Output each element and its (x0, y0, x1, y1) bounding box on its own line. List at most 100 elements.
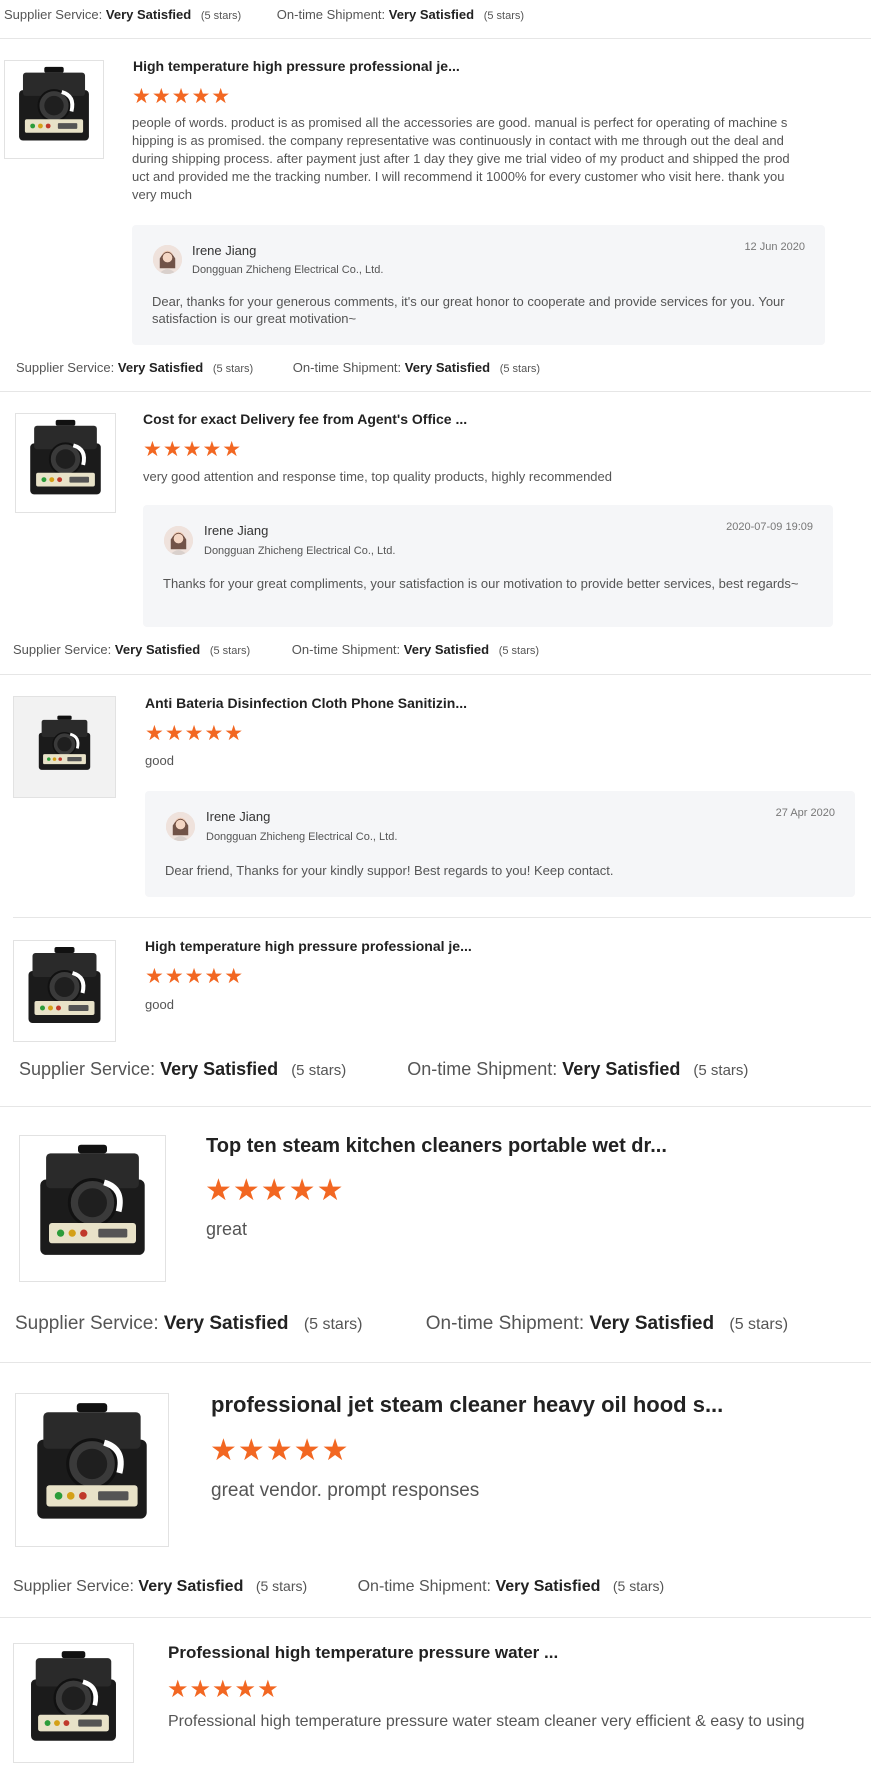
steam-cleaner-icon (40, 1144, 145, 1255)
satisfaction-row: Supplier Service: Very Satisfied (5 star… (13, 1578, 664, 1596)
reply-date: 12 Jun 2020 (744, 241, 805, 253)
review-comment: Professional high temperature pressure w… (168, 1713, 805, 1730)
rating-stars: ★★★★★ (132, 85, 232, 108)
product-title-link[interactable]: High temperature high pressure professio… (133, 58, 460, 74)
rating-stars: ★★★★★ (210, 1434, 350, 1467)
rating-stars: ★★★★★ (205, 1174, 345, 1207)
divider (0, 1362, 871, 1363)
review-comment: people of words. product is as promised … (132, 115, 790, 202)
ontime-shipment-stars: (5 stars) (729, 1316, 789, 1333)
ontime-shipment-value: Very Satisfied (562, 1059, 681, 1079)
ontime-shipment-stars: (5 stars) (498, 645, 540, 657)
satisfaction-row: Supplier Service: Very Satisfied (5 star… (15, 1313, 788, 1335)
product-title-link[interactable]: High temperature high pressure professio… (145, 938, 472, 954)
divider (0, 1106, 871, 1107)
reply-date: 2020-07-09 19:09 (726, 521, 813, 533)
reply-message: Thanks for your great compliments, your … (163, 576, 799, 591)
ontime-shipment-label: On-time Shipment: (291, 642, 401, 657)
steam-cleaner-icon (31, 1651, 116, 1741)
product-title-link[interactable]: Anti Bateria Disinfection Cloth Phone Sa… (145, 695, 467, 711)
reply-company-name: Dongguan Zhicheng Electrical Co., Ltd. (192, 264, 384, 276)
supplier-service-label: Supplier Service: (13, 1578, 134, 1595)
supplier-service-label: Supplier Service: (13, 642, 112, 657)
avatar (153, 245, 182, 274)
rating-stars: ★★★★★ (145, 722, 245, 745)
ontime-shipment-value: Very Satisfied (495, 1578, 601, 1595)
product-thumbnail[interactable] (15, 1393, 169, 1547)
product-title-link[interactable]: Cost for exact Delivery fee from Agent's… (143, 411, 467, 427)
ontime-shipment-stars: (5 stars) (499, 363, 541, 375)
ontime-shipment-label: On-time Shipment: (357, 1578, 491, 1595)
reply-author-name: Irene Jiang (192, 243, 257, 258)
reply-message: Dear friend, Thanks for your kindly supp… (165, 863, 614, 878)
supplier-service-value: Very Satisfied (117, 360, 204, 375)
supplier-service-value: Very Satisfied (105, 7, 192, 22)
review-comment: very good attention and response time, t… (143, 469, 612, 484)
supplier-service-stars: (5 stars) (212, 363, 254, 375)
satisfaction-row: Supplier Service: Very Satisfied (5 star… (4, 7, 524, 22)
divider (0, 38, 871, 39)
avatar (164, 526, 193, 555)
product-thumbnail[interactable] (13, 940, 116, 1042)
divider (13, 917, 871, 918)
product-thumbnail[interactable] (4, 60, 104, 159)
supplier-service-stars: (5 stars) (200, 10, 242, 22)
product-thumbnail[interactable] (13, 1643, 134, 1763)
product-thumbnail[interactable] (13, 696, 116, 798)
supplier-service-stars: (5 stars) (291, 1062, 347, 1079)
supplier-service-label: Supplier Service: (15, 1313, 159, 1334)
steam-cleaner-icon (38, 715, 91, 770)
supplier-service-value: Very Satisfied (138, 1578, 244, 1595)
reply-author-name: Irene Jiang (204, 523, 269, 538)
rating-stars: ★★★★★ (145, 965, 245, 988)
supplier-service-label: Supplier Service: (19, 1059, 156, 1079)
ontime-shipment-label: On-time Shipment: (407, 1059, 558, 1079)
supplier-service-label: Supplier Service: (16, 360, 115, 375)
ontime-shipment-value: Very Satisfied (403, 642, 490, 657)
supplier-reply: Irene Jiang Dongguan Zhicheng Electrical… (145, 791, 855, 897)
product-title-link[interactable]: professional jet steam cleaner heavy oil… (211, 1392, 723, 1418)
rating-stars: ★★★★★ (167, 1676, 280, 1703)
satisfaction-row: Supplier Service: Very Satisfied (5 star… (13, 642, 539, 657)
steam-cleaner-icon (30, 419, 101, 495)
steam-cleaner-icon (37, 1403, 147, 1519)
steam-cleaner-icon (28, 947, 101, 1023)
ontime-shipment-value: Very Satisfied (388, 7, 475, 22)
divider (0, 674, 871, 675)
product-title-link[interactable]: Top ten steam kitchen cleaners portable … (206, 1135, 667, 1158)
supplier-service-stars: (5 stars) (209, 645, 251, 657)
avatar (166, 812, 195, 841)
supplier-service-value: Very Satisfied (160, 1059, 279, 1079)
supplier-service-value: Very Satisfied (114, 642, 201, 657)
ontime-shipment-value: Very Satisfied (404, 360, 491, 375)
review-comment: great (206, 1219, 248, 1239)
ontime-shipment-stars: (5 stars) (612, 1578, 665, 1594)
supplier-service-stars: (5 stars) (303, 1316, 363, 1333)
reply-company-name: Dongguan Zhicheng Electrical Co., Ltd. (206, 831, 398, 843)
supplier-service-label: Supplier Service: (4, 7, 103, 22)
supplier-service-value: Very Satisfied (163, 1313, 289, 1334)
supplier-reply: Irene Jiang Dongguan Zhicheng Electrical… (132, 225, 825, 345)
rating-stars: ★★★★★ (143, 438, 243, 461)
product-title-link[interactable]: Professional high temperature pressure w… (168, 1643, 558, 1663)
review-comment: good (145, 997, 174, 1012)
ontime-shipment-label: On-time Shipment: (276, 7, 386, 22)
reply-date: 27 Apr 2020 (775, 807, 835, 819)
satisfaction-row: Supplier Service: Very Satisfied (5 star… (16, 360, 540, 375)
product-thumbnail[interactable] (15, 413, 116, 513)
reply-author-name: Irene Jiang (206, 809, 271, 824)
divider (0, 1617, 871, 1618)
steam-cleaner-icon (19, 66, 89, 141)
reply-message: Dear, thanks for your generous comments,… (152, 294, 785, 326)
ontime-shipment-label: On-time Shipment: (425, 1313, 585, 1334)
ontime-shipment-stars: (5 stars) (483, 10, 525, 22)
review-comment: great vendor. prompt responses (211, 1480, 480, 1501)
review-comment: good (145, 753, 174, 768)
ontime-shipment-value: Very Satisfied (589, 1313, 715, 1334)
supplier-service-stars: (5 stars) (255, 1578, 308, 1594)
supplier-reply: Irene Jiang Dongguan Zhicheng Electrical… (143, 505, 833, 627)
reply-company-name: Dongguan Zhicheng Electrical Co., Ltd. (204, 545, 396, 557)
ontime-shipment-label: On-time Shipment: (292, 360, 402, 375)
divider (0, 391, 871, 392)
product-thumbnail[interactable] (19, 1135, 166, 1282)
